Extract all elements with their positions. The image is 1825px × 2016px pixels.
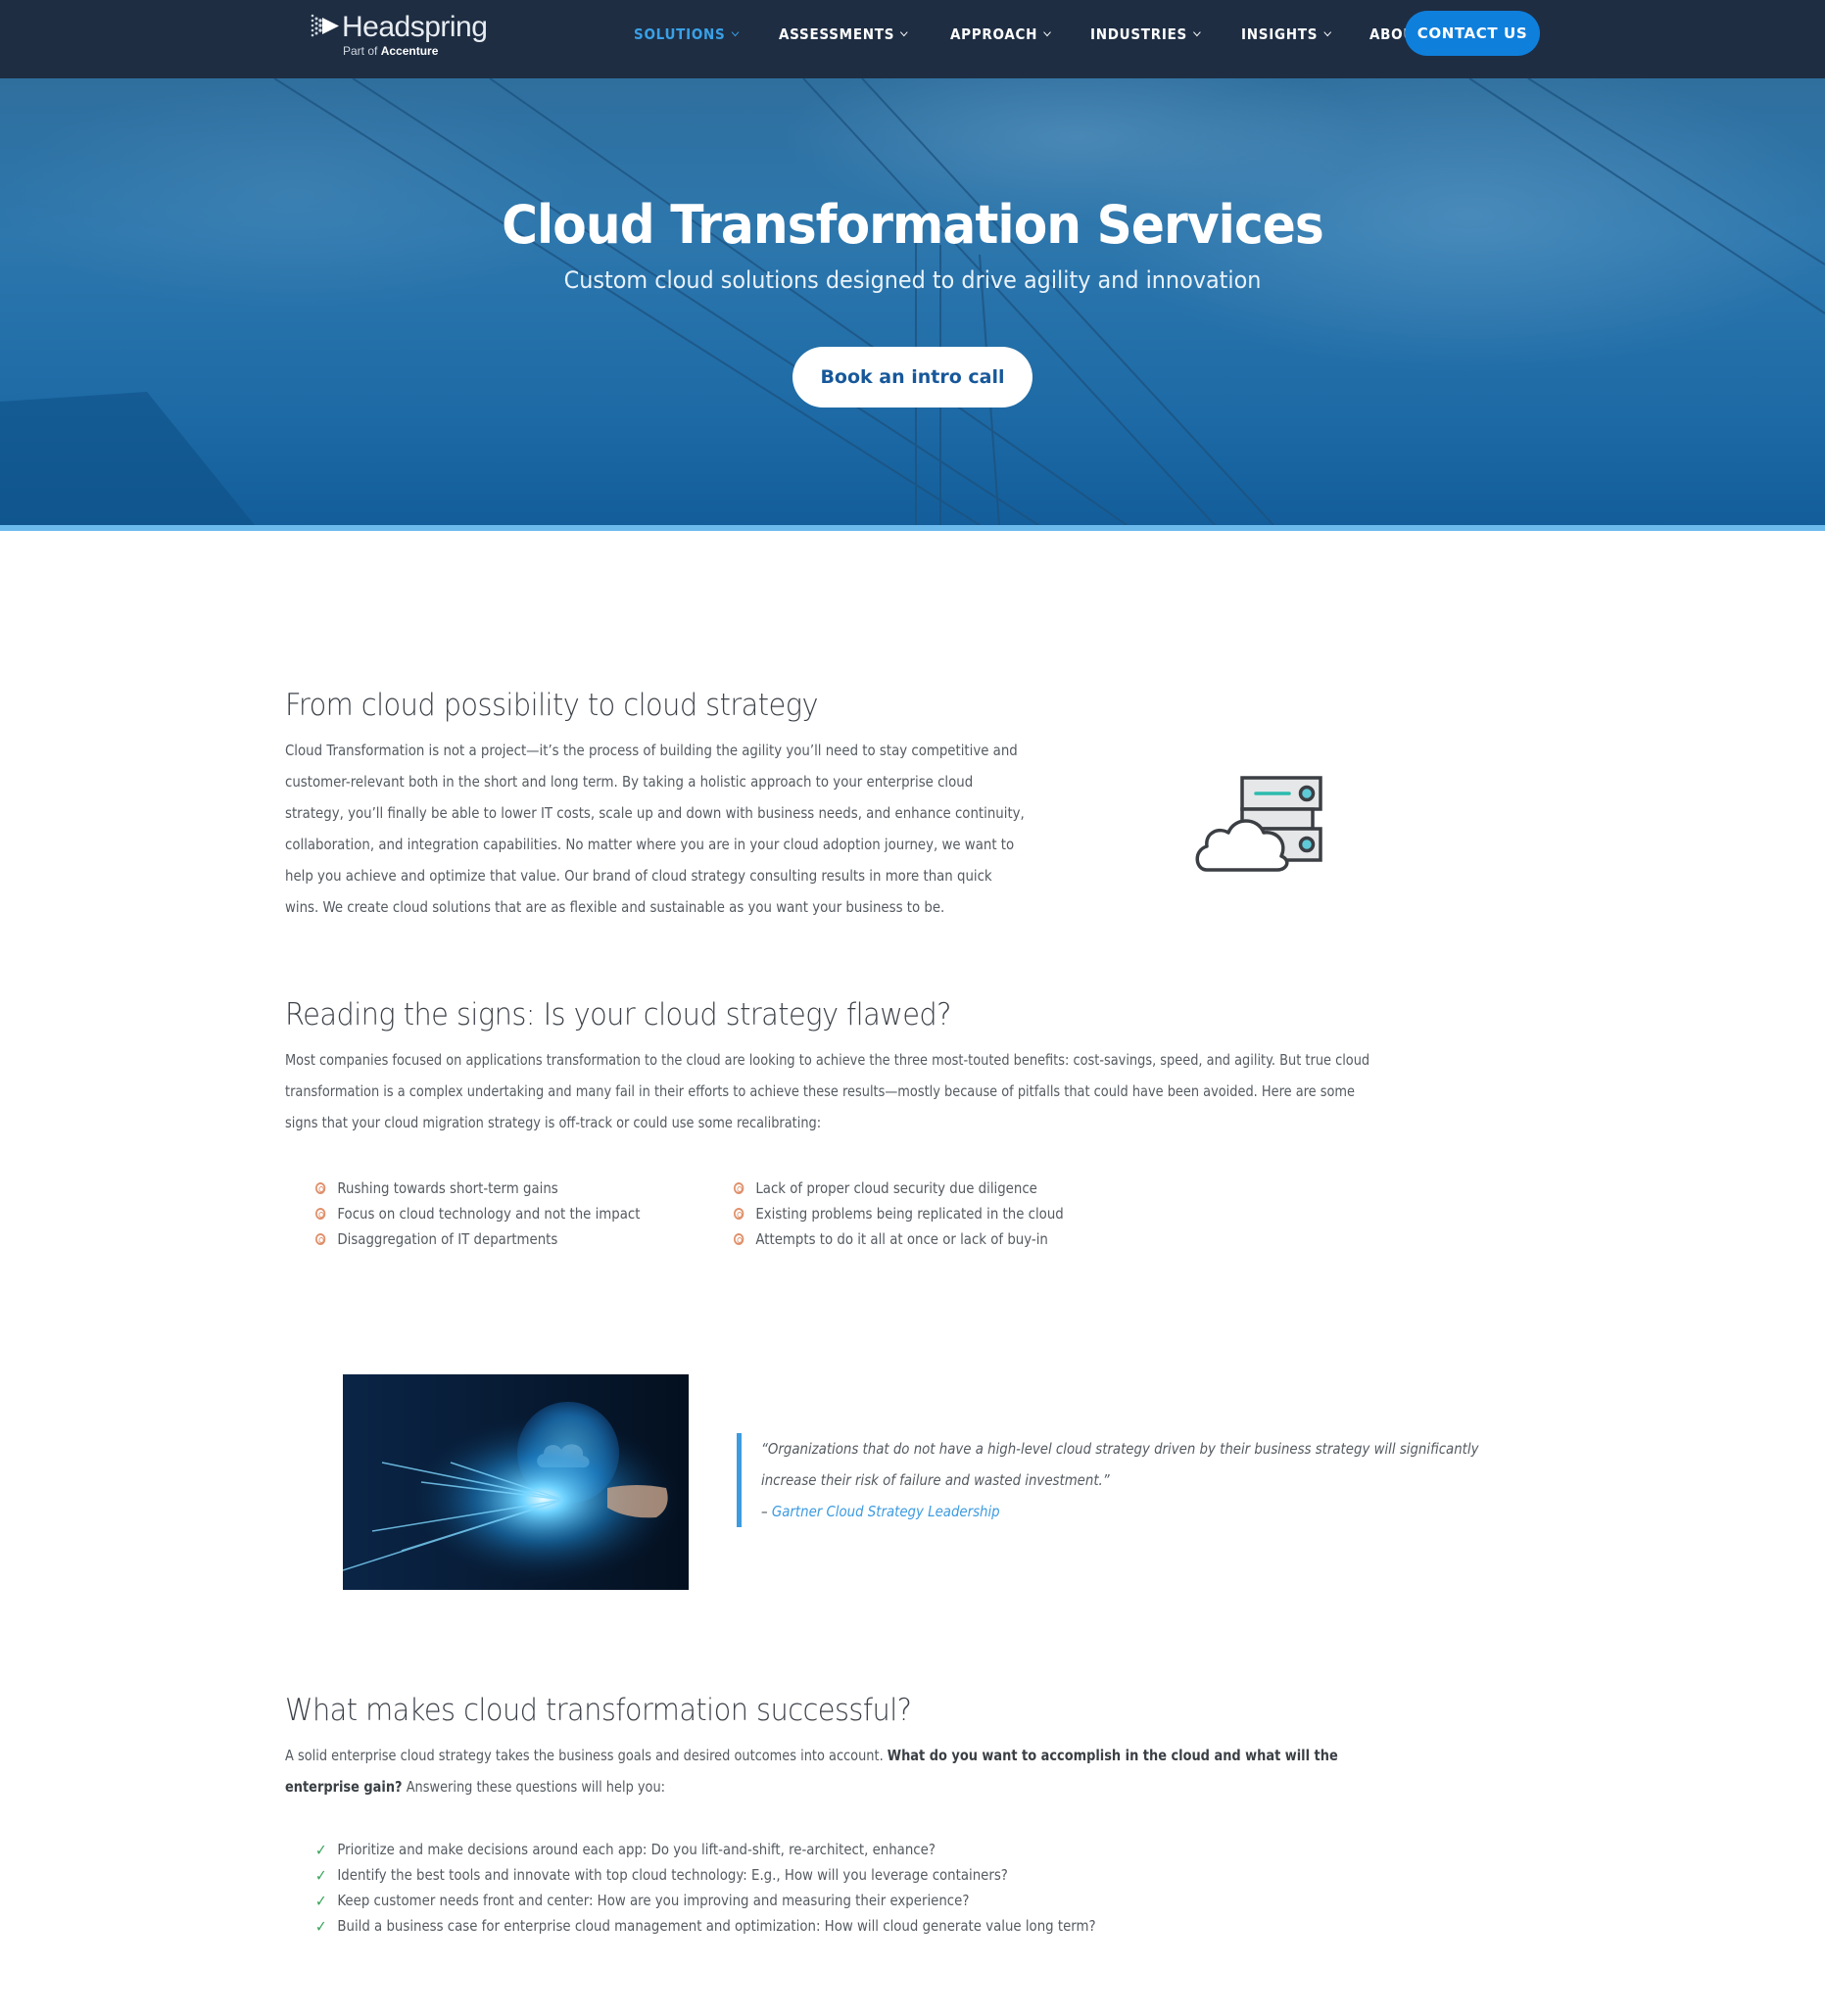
paragraph-text: Answering these questions will help you: bbox=[402, 1778, 666, 1796]
check-icon: ✓ bbox=[315, 1865, 327, 1885]
list-item-text: Prioritize and make decisions around eac… bbox=[337, 1841, 936, 1858]
paragraph-line: A solid enterprise cloud strategy takes … bbox=[285, 1740, 1338, 1771]
signs-list-right: Lack of proper cloud security due dilige… bbox=[734, 1176, 1064, 1252]
paragraph-line: help you achieve and optimize that value… bbox=[285, 867, 992, 885]
contact-us-button[interactable]: CONTACT US bbox=[1405, 11, 1540, 56]
nav-label: INSIGHTS bbox=[1241, 25, 1319, 43]
logo-wordmark: Headspring bbox=[342, 11, 488, 43]
list-item: Lack of proper cloud security due dilige… bbox=[734, 1176, 1064, 1201]
digital-cloud-globe-photo bbox=[343, 1374, 689, 1590]
list-item: ✓ Identify the best tools and innovate wi… bbox=[315, 1862, 1096, 1888]
chevron-down-icon bbox=[731, 27, 740, 37]
paragraph-line: strategy, you’ll finally be able to lowe… bbox=[285, 804, 1025, 822]
quote-source-link[interactable]: Gartner Cloud Strategy Leadership bbox=[772, 1503, 1000, 1520]
list-item-text: Build a business case for enterprise clo… bbox=[337, 1917, 1096, 1935]
paragraph-line: collaboration, and integration capabilit… bbox=[285, 836, 1015, 853]
hero-skyscraper-background bbox=[0, 78, 1825, 525]
circle-bullet-icon bbox=[734, 1182, 744, 1194]
quote-dash: – bbox=[761, 1503, 772, 1520]
chevron-down-icon bbox=[1323, 27, 1332, 37]
paragraph-line: enterprise gain? Answering these questio… bbox=[285, 1771, 1338, 1802]
list-item: Existing problems being replicated in th… bbox=[734, 1201, 1064, 1226]
list-item-text: Keep customer needs front and center: Ho… bbox=[337, 1892, 970, 1909]
list-item-text: Lack of proper cloud security due dilige… bbox=[755, 1179, 1037, 1197]
headspring-logo[interactable]: Headspring Part of Accenture bbox=[310, 10, 505, 63]
list-item-text: Focus on cloud technology and not the im… bbox=[337, 1205, 641, 1223]
reading-signs-paragraph: Most companies focused on applications t… bbox=[285, 1044, 1369, 1138]
paragraph-line: customer-relevant both in the short and … bbox=[285, 773, 974, 791]
list-item: ✓ Build a business case for enterprise cl… bbox=[315, 1913, 1096, 1939]
section-heading-cloud-strategy: From cloud possibility to cloud strategy bbox=[285, 688, 819, 723]
nav-item-industries[interactable]: INDUSTRIES bbox=[1090, 25, 1201, 43]
nav-item-assessments[interactable]: ASSESSMENTS bbox=[778, 25, 908, 43]
check-icon: ✓ bbox=[315, 1916, 327, 1936]
check-icon: ✓ bbox=[315, 1891, 327, 1910]
circle-bullet-icon bbox=[315, 1182, 326, 1194]
paragraph-line: wins. We create cloud solutions that are… bbox=[285, 898, 945, 916]
book-intro-call-button[interactable]: Book an intro call bbox=[792, 347, 1033, 408]
logo-subtitle: Part of Accenture bbox=[343, 44, 438, 58]
gartner-quote: “Organizations that do not have a high-l… bbox=[737, 1433, 1520, 1527]
cloud-server-icon bbox=[1195, 776, 1322, 872]
section-heading-success: What makes cloud transformation successf… bbox=[285, 1693, 912, 1728]
quote-attribution: – Gartner Cloud Strategy Leadership bbox=[761, 1496, 1415, 1527]
nav-label: APPROACH bbox=[950, 25, 1038, 43]
top-navigation: Headspring Part of Accenture SOLUTIONS A… bbox=[0, 0, 1825, 78]
list-item: ✓ Keep customer needs front and center: H… bbox=[315, 1888, 1096, 1913]
paragraph-bold-text: enterprise gain? bbox=[285, 1778, 403, 1796]
paragraph-text: A solid enterprise cloud strategy takes … bbox=[285, 1747, 888, 1764]
chevron-down-icon bbox=[1043, 27, 1052, 37]
quote-line: “Organizations that do not have a high-l… bbox=[761, 1440, 1479, 1458]
paragraph-bold-text: What do you want to accomplish in the cl… bbox=[887, 1747, 1338, 1764]
nav-item-approach[interactable]: APPROACH bbox=[950, 25, 1052, 43]
paragraph-line: transformation is a complex undertaking … bbox=[285, 1082, 1355, 1100]
section-heading-reading-signs: Reading the signs: Is your cloud strateg… bbox=[285, 997, 951, 1032]
list-item: Attempts to do it all at once or lack of… bbox=[734, 1226, 1064, 1252]
hero-title: Cloud Transformation Services bbox=[502, 194, 1324, 256]
circle-bullet-icon bbox=[315, 1233, 326, 1245]
cloud-strategy-paragraph: Cloud Transformation is not a project—it… bbox=[285, 735, 1025, 923]
hero-accent-stripe bbox=[0, 525, 1825, 531]
signs-list-left: Rushing towards short-term gains Focus o… bbox=[315, 1176, 640, 1252]
list-item: Rushing towards short-term gains bbox=[315, 1176, 640, 1201]
quote-line: increase their risk of failure and waste… bbox=[761, 1471, 1110, 1489]
nav-label: INDUSTRIES bbox=[1090, 25, 1188, 43]
chevron-down-icon bbox=[1193, 27, 1201, 37]
list-item: ✓ Prioritize and make decisions around ea… bbox=[315, 1837, 1096, 1862]
list-item: Disaggregation of IT departments bbox=[315, 1226, 640, 1252]
list-item-text: Disaggregation of IT departments bbox=[337, 1230, 558, 1248]
list-item: Focus on cloud technology and not the im… bbox=[315, 1201, 640, 1226]
circle-bullet-icon bbox=[734, 1233, 744, 1245]
quote-text: “Organizations that do not have a high-l… bbox=[761, 1433, 1479, 1527]
nav-item-solutions[interactable]: SOLUTIONS bbox=[634, 25, 740, 43]
success-paragraph: A solid enterprise cloud strategy takes … bbox=[285, 1740, 1338, 1802]
nav-label: ASSESSMENTS bbox=[778, 25, 895, 43]
logo-sub-prefix: Part of bbox=[343, 44, 378, 58]
hero-banner: Cloud Transformation Services Custom clo… bbox=[0, 78, 1825, 525]
photo-illustration bbox=[343, 1374, 689, 1590]
list-item-text: Existing problems being replicated in th… bbox=[755, 1205, 1064, 1223]
circle-bullet-icon bbox=[315, 1208, 326, 1220]
list-item-text: Attempts to do it all at once or lack of… bbox=[755, 1230, 1048, 1248]
check-icon: ✓ bbox=[315, 1840, 327, 1859]
nav-item-insights[interactable]: INSIGHTS bbox=[1241, 25, 1332, 43]
circle-bullet-icon bbox=[734, 1208, 744, 1220]
list-item-text: Identify the best tools and innovate wit… bbox=[337, 1866, 1008, 1884]
chevron-down-icon bbox=[900, 27, 908, 37]
main-menu: SOLUTIONS ASSESSMENTS APPROACH INDUSTRIE… bbox=[634, 0, 1473, 69]
logo-sub-brand: Accenture bbox=[380, 44, 439, 58]
paragraph-line: Cloud Transformation is not a project—it… bbox=[285, 742, 1018, 759]
headspring-arrow-icon bbox=[311, 14, 339, 37]
success-checklist: ✓ Prioritize and make decisions around ea… bbox=[315, 1837, 1096, 1939]
paragraph-line: Most companies focused on applications t… bbox=[285, 1051, 1370, 1069]
paragraph-line: signs that your cloud migration strategy… bbox=[285, 1114, 822, 1131]
list-item-text: Rushing towards short-term gains bbox=[337, 1179, 558, 1197]
nav-label: SOLUTIONS bbox=[634, 25, 726, 43]
hero-subtitle: Custom cloud solutions designed to drive… bbox=[563, 266, 1262, 294]
